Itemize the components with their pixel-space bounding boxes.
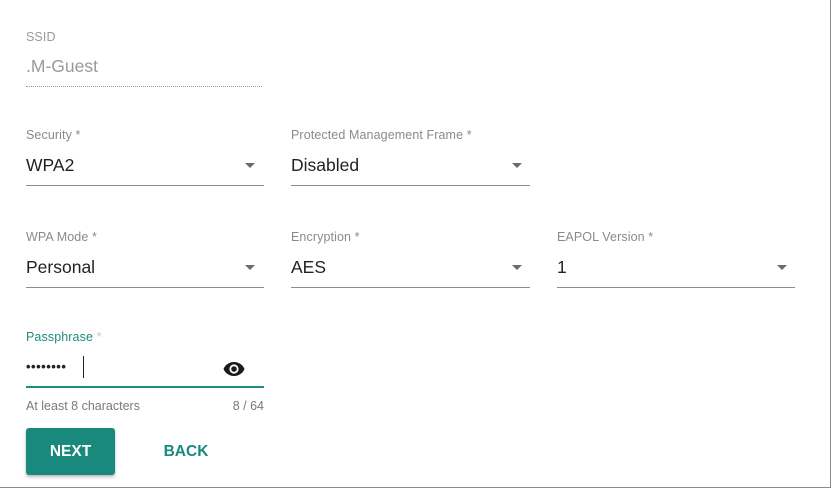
eapol-version-label: EAPOL Version * xyxy=(557,230,654,244)
back-button[interactable]: BACK xyxy=(146,428,226,475)
text-cursor xyxy=(83,356,84,378)
passphrase-counter: 8 / 64 xyxy=(232,399,264,413)
chevron-down-icon xyxy=(512,163,522,168)
wpa-mode-underline xyxy=(26,287,264,288)
wizard-panel: SSID .M-Guest Security * WPA2 Protected … xyxy=(0,0,831,488)
encryption-label: Encryption * xyxy=(291,230,360,244)
ssid-field: SSID .M-Guest xyxy=(26,30,262,90)
security-underline xyxy=(26,185,264,186)
chevron-down-icon xyxy=(245,163,255,168)
ssid-value: .M-Guest xyxy=(26,56,98,76)
eye-icon[interactable] xyxy=(223,361,245,377)
eapol-version-value: 1 xyxy=(557,257,567,277)
ssid-label: SSID xyxy=(26,30,56,44)
ssid-dotted-underline xyxy=(26,86,262,87)
passphrase-field[interactable]: Passphrase * •••••••• At least 8 charact… xyxy=(26,330,264,415)
eapol-version-select[interactable]: EAPOL Version * 1 xyxy=(557,230,795,290)
wpa-mode-select[interactable]: WPA Mode * Personal xyxy=(26,230,264,290)
next-button[interactable]: NEXT xyxy=(26,428,115,475)
pmf-underline xyxy=(291,185,530,186)
passphrase-label: Passphrase * xyxy=(26,330,264,344)
chevron-down-icon xyxy=(245,265,255,270)
security-label: Security * xyxy=(26,128,81,142)
wpa-mode-label: WPA Mode * xyxy=(26,230,97,244)
security-value: WPA2 xyxy=(26,155,75,175)
encryption-underline xyxy=(291,287,530,288)
passphrase-hint: At least 8 characters xyxy=(26,399,140,413)
eapol-version-underline xyxy=(557,287,795,288)
chevron-down-icon xyxy=(777,265,787,270)
pmf-label: Protected Management Frame * xyxy=(291,128,472,142)
passphrase-input[interactable]: •••••••• xyxy=(26,359,66,374)
passphrase-underline xyxy=(26,386,264,388)
wpa-mode-value: Personal xyxy=(26,257,96,277)
chevron-down-icon xyxy=(512,265,522,270)
passphrase-label-text: Passphrase xyxy=(26,330,94,344)
security-select[interactable]: Security * WPA2 xyxy=(26,128,264,188)
passphrase-required-mark: * xyxy=(96,330,102,344)
pmf-value: Disabled xyxy=(291,155,360,175)
encryption-value: AES xyxy=(291,257,327,277)
encryption-select[interactable]: Encryption * AES xyxy=(291,230,530,290)
pmf-select[interactable]: Protected Management Frame * Disabled xyxy=(291,128,530,188)
